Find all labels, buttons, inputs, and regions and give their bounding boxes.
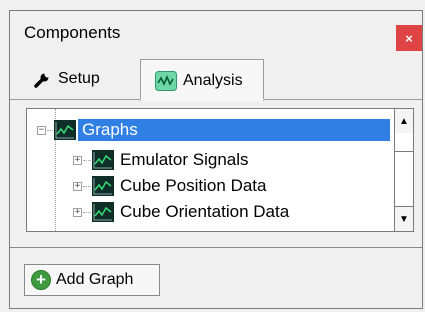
components-panel: Components × Setup Analysis − Graphs + E…: [9, 10, 423, 309]
graph-icon: [92, 150, 114, 170]
tab-setup-label: Setup: [58, 70, 100, 87]
expand-icon[interactable]: +: [73, 155, 82, 165]
tab-analysis-label: Analysis: [183, 71, 243, 89]
graph-icon: [54, 120, 76, 140]
expand-icon[interactable]: +: [73, 181, 82, 191]
scroll-up-button[interactable]: ▲: [395, 109, 413, 134]
tree-node-graphs[interactable]: − Graphs: [37, 117, 390, 143]
add-graph-button[interactable]: + Add Graph: [24, 264, 160, 296]
arrow-down-icon: ▼: [399, 213, 409, 225]
collapse-icon[interactable]: −: [37, 125, 46, 135]
tree-node-label: Cube Orientation Data: [120, 202, 290, 221]
tab-analysis[interactable]: Analysis: [140, 59, 264, 101]
title-bar: Components ×: [10, 11, 422, 54]
close-button[interactable]: ×: [396, 25, 422, 51]
section-divider: [10, 247, 422, 248]
arrow-up-icon: ▲: [399, 115, 409, 127]
vertical-scrollbar[interactable]: ▲ ▼: [394, 109, 413, 231]
tree-node-cube-orientation-data[interactable]: + Cube Orientation Data: [73, 199, 289, 225]
graph-icon: [92, 176, 114, 196]
tree-node-selection: Graphs: [78, 119, 390, 141]
tab-setup[interactable]: Setup: [24, 59, 140, 99]
waveform-icon: [155, 70, 177, 91]
add-graph-label: Add Graph: [56, 271, 134, 288]
tree-node-emulator-signals[interactable]: + Emulator Signals: [73, 147, 249, 173]
scroll-thumb[interactable]: [395, 133, 413, 152]
expand-icon[interactable]: +: [73, 207, 82, 217]
tree-node-label: Emulator Signals: [120, 150, 249, 169]
panel-title: Components: [24, 23, 121, 42]
tree-node-cube-position-data[interactable]: + Cube Position Data: [73, 173, 266, 199]
close-icon: ×: [405, 30, 413, 46]
tree-node-label: Cube Position Data: [120, 176, 267, 195]
graph-icon: [92, 202, 114, 222]
graph-tree[interactable]: − Graphs + Emulator Signals + Cube Posit…: [26, 108, 414, 232]
tab-strip: Setup Analysis: [24, 59, 422, 101]
scroll-down-button[interactable]: ▼: [395, 206, 413, 231]
plus-circle-icon: +: [31, 270, 51, 290]
wrench-icon: [34, 70, 52, 88]
tree-node-label: Graphs: [82, 120, 138, 139]
